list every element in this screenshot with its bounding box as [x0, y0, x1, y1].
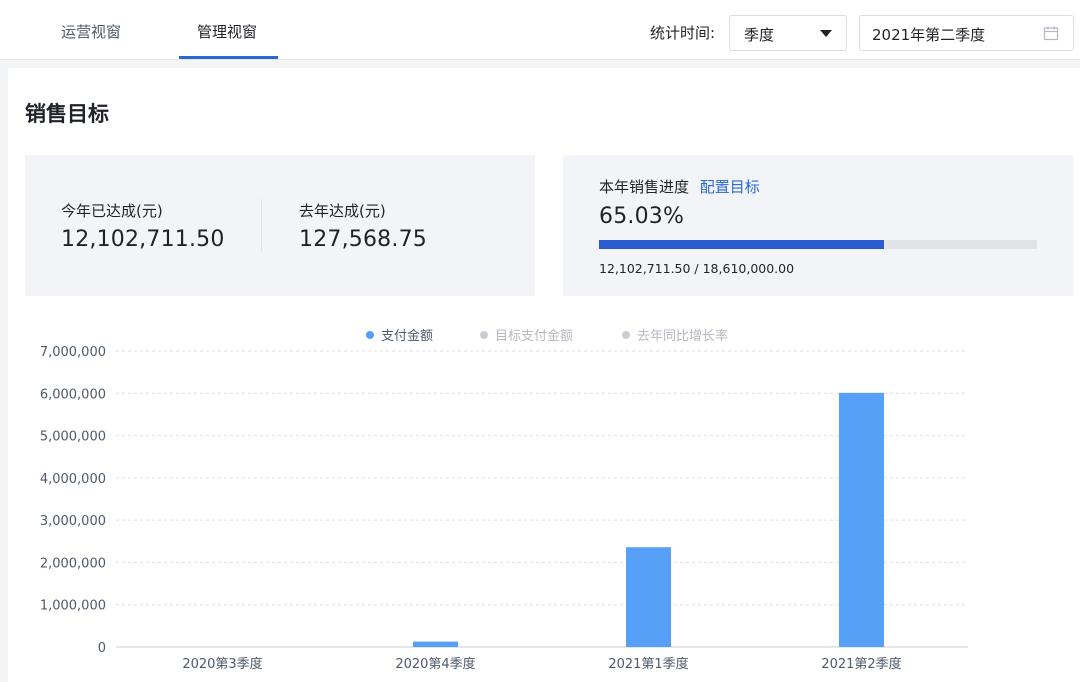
- x-tick-label: 2021第1季度: [608, 656, 688, 672]
- y-tick-label: 1,000,000: [40, 599, 106, 614]
- bar: [626, 547, 671, 647]
- x-tick-label: 2021第2季度: [821, 656, 901, 672]
- legend-marker: [366, 331, 374, 339]
- x-tick-label: 2020第3季度: [182, 656, 262, 672]
- payment-bar-chart: 7,000,000 6,000,000 5,000,000 4,000,000 3,00…: [40, 328, 968, 672]
- legend-label: 去年同比增长率: [637, 328, 728, 344]
- bar: [413, 641, 458, 647]
- legend-label: 支付金额: [381, 328, 433, 344]
- x-tick-label: 2020第4季度: [395, 656, 475, 672]
- y-tick-label: 2,000,000: [40, 556, 106, 571]
- y-tick-label: 0: [98, 641, 106, 656]
- y-tick-label: 3,000,000: [40, 514, 106, 529]
- y-tick-label: 6,000,000: [40, 387, 106, 402]
- legend-marker: [480, 331, 488, 339]
- y-tick-label: 5,000,000: [40, 430, 106, 445]
- y-tick-label: 4,000,000: [40, 472, 106, 487]
- bar: [839, 392, 884, 647]
- y-tick-label: 7,000,000: [40, 345, 106, 360]
- legend-marker: [622, 331, 630, 339]
- legend-label: 目标支付金额: [495, 328, 573, 344]
